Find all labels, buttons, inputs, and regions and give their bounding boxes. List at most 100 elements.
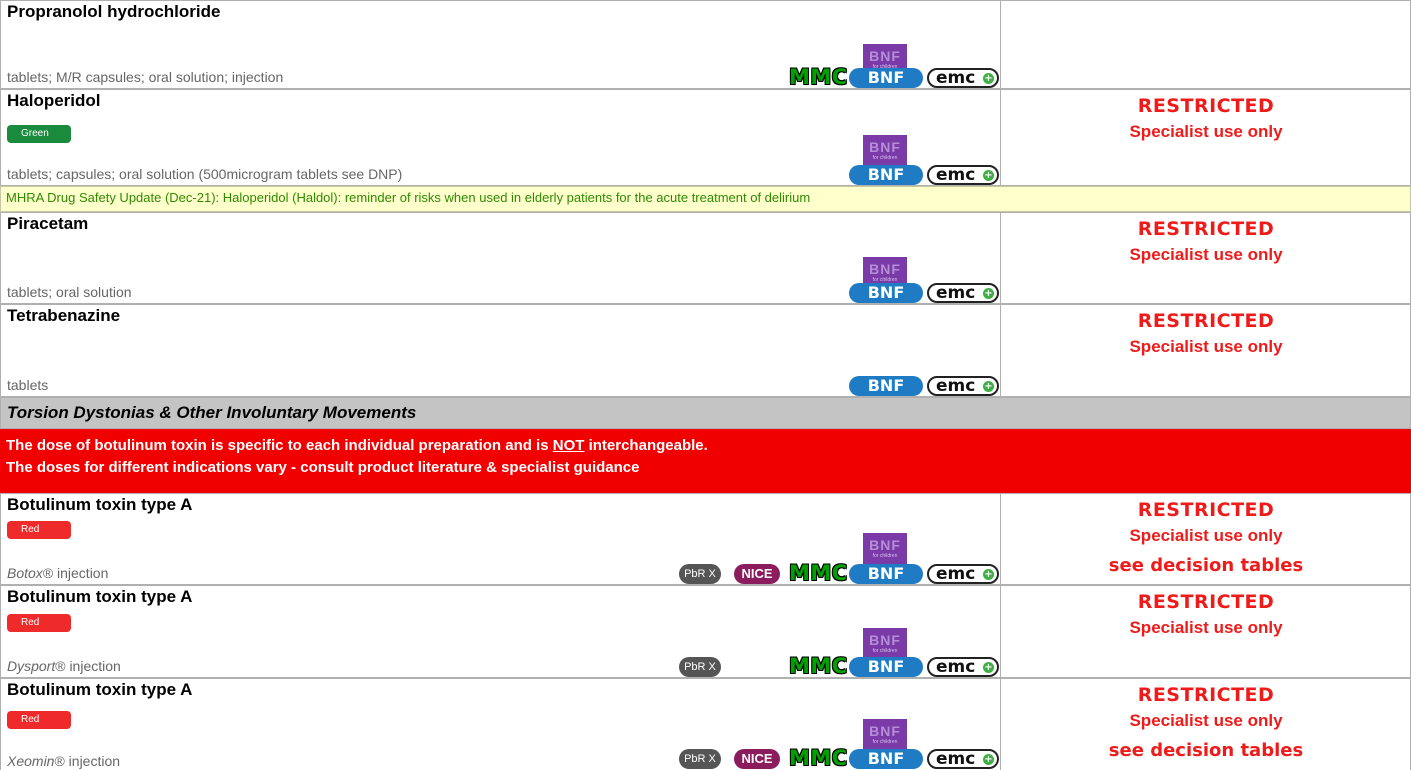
bnfc-sub: for children <box>872 648 898 654</box>
specialist-label: Specialist use only <box>1129 245 1283 264</box>
form-text: ® injection <box>54 753 121 769</box>
status-cell: RESTRICTED Specialist use only <box>1001 213 1411 265</box>
drug-name[interactable]: Piracetam <box>7 214 88 234</box>
mmc-icon[interactable]: MMC <box>789 65 848 89</box>
drug-row-dysport: Botulinum toxin type A Red Dysport® inje… <box>0 585 1411 678</box>
warning-not: NOT <box>552 437 585 454</box>
emc-label: emc <box>936 68 976 88</box>
drug-info: Propranolol hydrochloride tablets; M/R c… <box>1 1 1001 89</box>
section-heading: Torsion Dystonias & Other Involuntary Mo… <box>0 397 1411 429</box>
traffic-light-badge-red[interactable]: Red <box>7 614 71 632</box>
drug-forms: tablets; capsules; oral solution (500mic… <box>7 166 403 182</box>
mmc-icon[interactable]: MMC <box>789 746 848 770</box>
emc-label: emc <box>936 749 976 769</box>
restricted-label: RESTRICTED <box>1137 218 1275 240</box>
specialist-label: Specialist use only <box>1129 337 1283 356</box>
emc-label: emc <box>936 376 976 396</box>
drug-forms: Botox® injection <box>7 565 108 581</box>
bnfc-title: BNF <box>869 139 901 155</box>
mmc-icon[interactable]: MMC <box>789 561 848 585</box>
drug-info: Botulinum toxin type A Red Xeomin® injec… <box>1 679 1001 770</box>
status-cell: RESTRICTED Specialist use only <box>1001 586 1411 638</box>
drug-name[interactable]: Botulinum toxin type A <box>7 680 192 700</box>
drug-row-haloperidol: Haloperidol Green tablets; capsules; ora… <box>0 89 1411 186</box>
drug-forms: Dysport® injection <box>7 658 121 674</box>
traffic-light-badge-red[interactable]: Red <box>7 521 71 539</box>
nice-icon[interactable]: NICE <box>734 749 780 769</box>
emc-icon[interactable]: emc + <box>927 564 999 584</box>
status-cell: RESTRICTED Specialist use only <box>1001 305 1411 357</box>
status-cell: RESTRICTED Specialist use only <box>1001 90 1411 142</box>
bnfc-title: BNF <box>869 261 901 277</box>
decision-tables-link[interactable]: see decision tables <box>1001 740 1411 761</box>
emc-icon[interactable]: emc + <box>927 749 999 769</box>
bnfc-title: BNF <box>869 537 901 553</box>
bnfc-sub: for children <box>872 739 898 745</box>
brand-name: Xeomin <box>7 753 55 769</box>
emc-label: emc <box>936 564 976 584</box>
drug-row-propranolol: Propranolol hydrochloride tablets; M/R c… <box>0 0 1411 89</box>
drug-name[interactable]: Haloperidol <box>7 91 101 111</box>
nice-icon[interactable]: NICE <box>734 564 780 584</box>
drug-name[interactable]: Tetrabenazine <box>7 306 120 326</box>
specialist-label: Specialist use only <box>1129 618 1283 637</box>
warning-line-1: The dose of botulinum toxin is specific … <box>6 435 1411 457</box>
decision-tables-link[interactable]: see decision tables <box>1001 555 1411 576</box>
emc-icon[interactable]: emc + <box>927 165 999 185</box>
drug-info: Botulinum toxin type A Red Botox® inject… <box>1 494 1001 585</box>
emc-icon[interactable]: emc + <box>927 283 999 303</box>
drug-info: Piracetam tablets; oral solution BNF for … <box>1 213 1001 303</box>
emc-plus-icon: + <box>983 381 994 392</box>
restricted-label: RESTRICTED <box>1137 310 1275 332</box>
drug-name[interactable]: Botulinum toxin type A <box>7 587 192 607</box>
bnfc-title: BNF <box>869 632 901 648</box>
emc-icon[interactable]: emc + <box>927 376 999 396</box>
pbr-excluded-icon[interactable]: PbR X <box>679 657 721 677</box>
pbr-excluded-icon[interactable]: PbR X <box>679 564 721 584</box>
bnf-icon[interactable]: BNF <box>849 749 923 769</box>
emc-label: emc <box>936 165 976 185</box>
brand-name: Dysport <box>7 658 56 674</box>
warning-line-2: The doses for different indications vary… <box>6 459 640 476</box>
specialist-label: Specialist use only <box>1129 711 1283 730</box>
pbr-excluded-icon[interactable]: PbR X <box>679 749 721 769</box>
drug-forms: tablets; oral solution <box>7 284 132 300</box>
mmc-icon[interactable]: MMC <box>789 654 848 678</box>
form-text: ® injection <box>55 658 121 674</box>
bnf-icon[interactable]: BNF <box>849 283 923 303</box>
bnf-icon[interactable]: BNF <box>849 564 923 584</box>
bnfc-sub: for children <box>872 553 898 559</box>
traffic-light-badge-green[interactable]: Green <box>7 125 71 143</box>
bnfc-title: BNF <box>869 48 901 64</box>
bnf-icon[interactable]: BNF <box>849 68 923 88</box>
restricted-label: RESTRICTED <box>1137 499 1275 521</box>
emc-plus-icon: + <box>983 662 994 673</box>
bnfc-sub: for children <box>872 155 898 161</box>
emc-icon[interactable]: emc + <box>927 68 999 88</box>
dose-warning-banner: The dose of botulinum toxin is specific … <box>0 429 1411 493</box>
status-cell: RESTRICTED Specialist use only see decis… <box>1001 679 1411 761</box>
drug-forms: Xeomin® injection <box>7 753 120 769</box>
brand-name: Botox <box>7 565 43 581</box>
emc-label: emc <box>936 283 976 303</box>
emc-plus-icon: + <box>983 170 994 181</box>
emc-plus-icon: + <box>983 569 994 580</box>
emc-plus-icon: + <box>983 73 994 84</box>
drug-info: Haloperidol Green tablets; capsules; ora… <box>1 90 1001 185</box>
emc-plus-icon: + <box>983 754 994 765</box>
drug-row-xeomin: Botulinum toxin type A Red Xeomin® injec… <box>0 678 1411 770</box>
emc-icon[interactable]: emc + <box>927 657 999 677</box>
specialist-label: Specialist use only <box>1129 526 1283 545</box>
drug-forms: tablets <box>7 377 49 393</box>
emc-label: emc <box>936 657 976 677</box>
status-cell: RESTRICTED Specialist use only see decis… <box>1001 494 1411 576</box>
traffic-light-badge-red[interactable]: Red <box>7 711 71 729</box>
mhra-alert[interactable]: MHRA Drug Safety Update (Dec-21): Halope… <box>0 186 1411 212</box>
bnf-icon[interactable]: BNF <box>849 165 923 185</box>
drug-name[interactable]: Propranolol hydrochloride <box>7 2 220 22</box>
bnf-icon[interactable]: BNF <box>849 376 923 396</box>
restricted-label: RESTRICTED <box>1137 591 1275 613</box>
form-text: ® injection <box>42 565 109 581</box>
bnf-icon[interactable]: BNF <box>849 657 923 677</box>
drug-name[interactable]: Botulinum toxin type A <box>7 495 192 515</box>
